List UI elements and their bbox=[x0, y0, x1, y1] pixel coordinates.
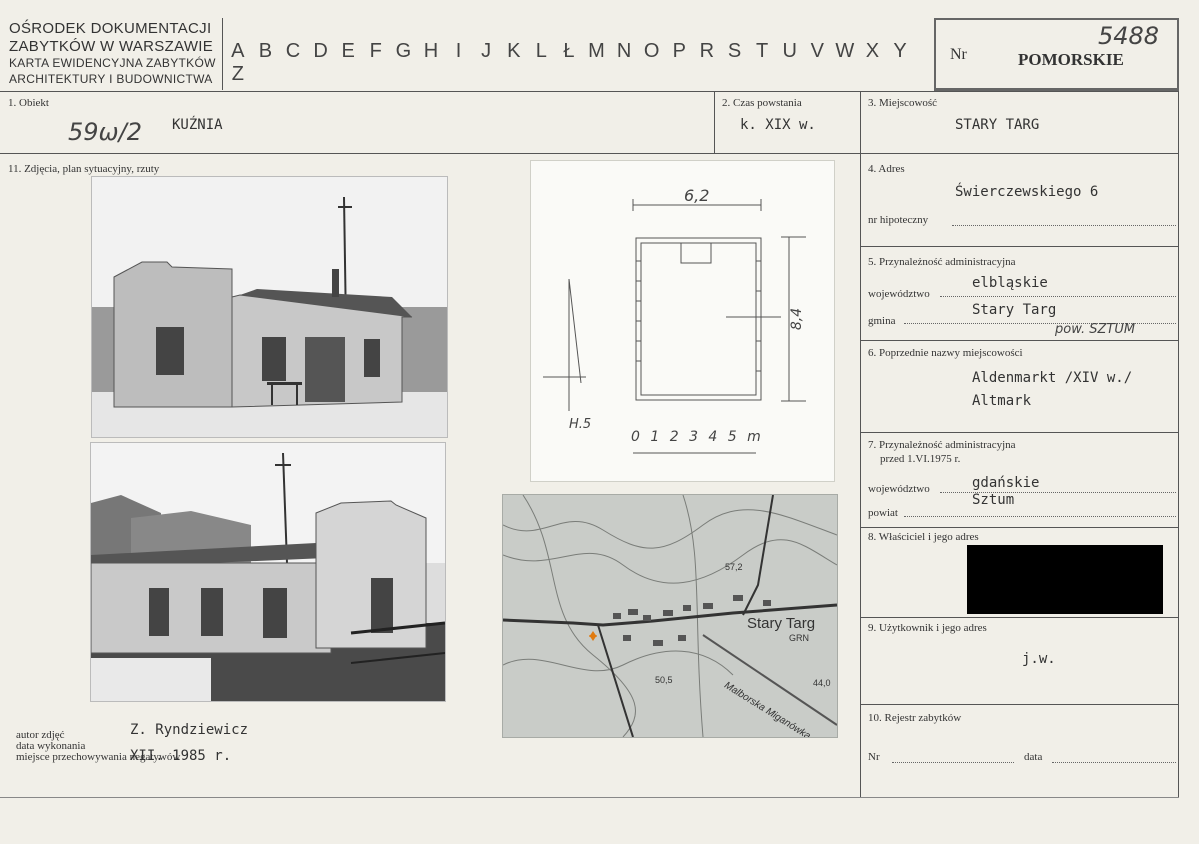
alphabet-letter: E bbox=[341, 40, 355, 62]
obiekt-value: KUŹNIA bbox=[172, 117, 223, 133]
alphabet-letter: X bbox=[865, 40, 880, 62]
miejscowosc-value: STARY TARG bbox=[955, 117, 1040, 133]
alphabet-letter: Ł bbox=[563, 40, 575, 62]
map-elev-2: 50,5 bbox=[655, 675, 673, 685]
alphabet-letter: Y bbox=[893, 40, 907, 62]
map-elev-3: 44,0 bbox=[813, 678, 831, 688]
plan-north-label: H.5 bbox=[569, 417, 592, 432]
alphabet-letter: R bbox=[699, 40, 715, 62]
map-place-label: Stary Targ bbox=[747, 615, 816, 632]
map-elev-1: 57,2 bbox=[725, 562, 743, 572]
czas-value: k. XIX w. bbox=[740, 117, 816, 133]
przynaleznosc-przed-label-2: przed 1.VI.1975 r. bbox=[880, 453, 961, 465]
przynaleznosc-przed-label-1: 7. Przynależność administracyjna bbox=[868, 439, 1016, 451]
alphabet-letter: F bbox=[369, 40, 382, 62]
alphabet-letter: I bbox=[455, 40, 462, 62]
org-line-1: OŚRODEK DOKUMENTACJI bbox=[9, 20, 212, 37]
alphabet-letter: C bbox=[285, 40, 301, 62]
alphabet-letter: N bbox=[616, 40, 632, 62]
nr-label: Nr bbox=[950, 46, 967, 63]
floor-plan: 6,2 8,4 H.5 0 1 2 3 4 5 m bbox=[530, 160, 835, 482]
wojewodztwo-przed-value: gdańskie bbox=[972, 475, 1040, 491]
gmina-value: Stary Targ bbox=[972, 302, 1057, 318]
wojewodztwo-label: województwo bbox=[868, 288, 930, 300]
alphabet-letter: D bbox=[313, 40, 328, 62]
alphabet-letter: V bbox=[810, 40, 824, 62]
org-line-3: KARTA EWIDENCYJNA ZABYTKÓW bbox=[9, 56, 216, 70]
alphabet-letter: Z bbox=[231, 63, 244, 85]
alphabet-letter: O bbox=[643, 40, 660, 62]
plan-width-dim: 6,2 bbox=[684, 186, 710, 205]
photo-forge-front bbox=[91, 176, 448, 438]
wojewodztwo-value: elbląskie bbox=[972, 275, 1048, 291]
alphabet-letter: G bbox=[395, 40, 412, 62]
alphabet-letter: W bbox=[835, 40, 855, 62]
poprzednie-nazwy-2: Altmark bbox=[972, 393, 1032, 409]
alphabet-letter: J bbox=[481, 40, 492, 62]
obiekt-label: 1. Obiekt bbox=[8, 97, 49, 109]
plan-depth-dim: 8,4 bbox=[789, 307, 806, 331]
adres-label: 4. Adres bbox=[868, 163, 905, 175]
map-grn-label: GRN bbox=[789, 633, 809, 643]
rejestr-label: 10. Rejestr zabytków bbox=[868, 712, 962, 724]
alphabet-letter: A bbox=[231, 40, 245, 62]
location-map: Stary Targ GRN 57,2 50,5 44,0 Malborska … bbox=[502, 494, 838, 738]
rejestr-data-label: data bbox=[1024, 751, 1043, 763]
obiekt-code: 59ω/2 bbox=[68, 118, 142, 146]
org-line-4: ARCHITEKTURY I BUDOWNICTWA bbox=[9, 72, 213, 86]
zdjecia-label: 11. Zdjęcia, plan sytuacyjny, rzuty bbox=[8, 163, 160, 175]
przynaleznosc-label: 5. Przynależność administracyjna bbox=[868, 256, 1016, 268]
alphabet-letter: T bbox=[755, 40, 769, 62]
alphabet-letter: P bbox=[672, 40, 686, 62]
gmina-label: gmina bbox=[868, 315, 896, 327]
alphabet-letter: L bbox=[535, 40, 547, 62]
alphabet-letter: U bbox=[782, 40, 797, 62]
plan-scale: 0 1 2 3 4 5 m bbox=[631, 429, 764, 445]
alphabet-letter: S bbox=[727, 40, 742, 62]
data-wykonania-value: XII. 1985 r. bbox=[130, 748, 232, 764]
uzytkownik-label: 9. Użytkownik i jego adres bbox=[868, 622, 987, 634]
autor-value: Z. Ryndziewicz bbox=[130, 722, 249, 738]
photo-forge-side bbox=[90, 442, 446, 702]
alphabet-letter: B bbox=[258, 40, 273, 62]
poprzednie-nazwy-label: 6. Poprzednie nazwy miejscowości bbox=[868, 347, 1023, 359]
alphabet-letter: M bbox=[588, 40, 605, 62]
rejestr-nr-label: Nr bbox=[868, 751, 880, 763]
miejscowosc-label: 3. Miejscowość bbox=[868, 97, 938, 109]
nr-value: 5488 bbox=[1098, 22, 1160, 50]
redaction-block bbox=[967, 545, 1163, 614]
gmina-note: pow. SZTUM bbox=[1055, 322, 1136, 337]
powiat-value: Sztum bbox=[972, 492, 1015, 508]
org-line-2: ZABYTKÓW W WARSZAWIE bbox=[9, 38, 214, 55]
alphabet-letter: H bbox=[423, 40, 439, 62]
alphabet-index: A B C D E F G H I J K L Ł M N O P R S T U V W X Y Z bbox=[224, 40, 934, 86]
voivodeship-title: POMORSKIE bbox=[1018, 50, 1124, 69]
czas-label: 2. Czas powstania bbox=[722, 97, 802, 109]
hipoteczny-label: nr hipoteczny bbox=[868, 214, 929, 226]
powiat-label: powiat bbox=[868, 507, 898, 519]
adres-value: Świerczewskiego 6 bbox=[955, 184, 1099, 200]
poprzednie-nazwy-1: Aldenmarkt /XIV w./ bbox=[972, 370, 1133, 386]
wlasciciel-label: 8. Właściciel i jego adres bbox=[868, 531, 979, 543]
alphabet-letter: K bbox=[507, 40, 521, 62]
wojewodztwo-przed-label: województwo bbox=[868, 483, 930, 495]
uzytkownik-value: j.w. bbox=[1022, 651, 1056, 667]
